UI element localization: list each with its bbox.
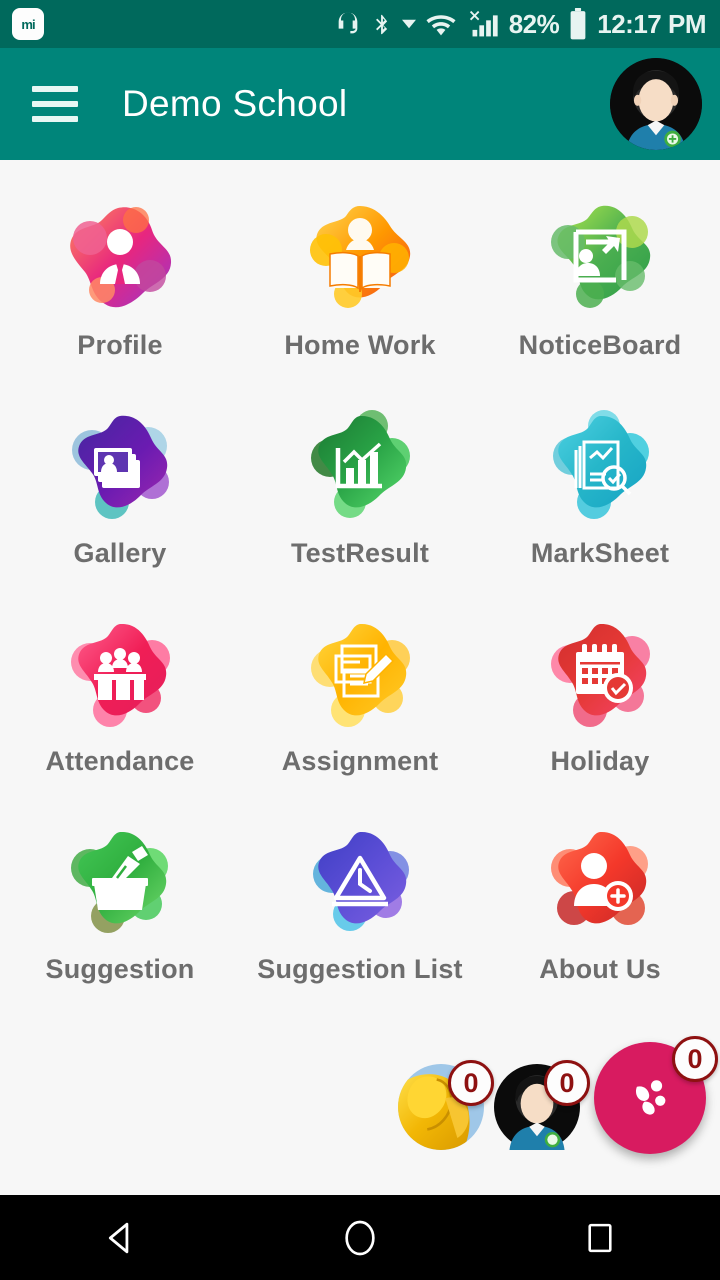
- tile-label: NoticeBoard: [518, 330, 682, 360]
- holiday-icon: [540, 614, 660, 734]
- battery-icon: [568, 8, 588, 40]
- bluetooth-icon: [371, 10, 393, 38]
- gallery-fab[interactable]: 0: [398, 1060, 494, 1150]
- share-people-icon: [635, 1080, 666, 1115]
- page-title: Demo School: [122, 83, 348, 124]
- recents-square-icon[interactable]: [540, 1195, 660, 1280]
- tile-suggestion[interactable]: Suggestion: [0, 814, 240, 1022]
- suggestion-icon: [60, 822, 180, 942]
- status-icons-group: 82% 12:17 PM: [334, 8, 706, 40]
- profile-fab[interactable]: 0: [494, 1060, 590, 1150]
- tile-label: Home Work: [284, 330, 436, 360]
- status-bar: mi 82% 12:17 PM: [0, 0, 720, 48]
- wifi-icon: [425, 10, 457, 38]
- home-work-icon: [300, 198, 420, 318]
- profile-icon: [60, 198, 180, 318]
- tile-label: Suggestion List: [257, 954, 463, 984]
- tile-notice-board[interactable]: NoticeBoard: [480, 190, 720, 398]
- tile-profile[interactable]: Profile: [0, 190, 240, 398]
- badge-count: 0: [544, 1060, 590, 1106]
- badge-count: 0: [672, 1036, 718, 1082]
- notice-board-icon: [540, 198, 660, 318]
- test-result-icon: [300, 406, 420, 526]
- assignment-icon: [300, 614, 420, 734]
- tile-attendance[interactable]: Attendance: [0, 606, 240, 814]
- badge-count: 0: [448, 1060, 494, 1106]
- hamburger-menu-icon[interactable]: [32, 86, 78, 122]
- main-action-fab[interactable]: 0: [594, 1036, 718, 1154]
- tile-label: Assignment: [281, 746, 439, 776]
- mobile-signal-icon: [466, 9, 500, 39]
- battery-percent-label: 82%: [508, 8, 560, 39]
- tile-label: Profile: [77, 330, 163, 360]
- chevron-down-icon: [401, 17, 416, 31]
- suggestion-list-icon: [300, 822, 420, 942]
- android-nav-bar: [0, 1195, 720, 1280]
- tile-label: About Us: [539, 954, 661, 984]
- tile-label: Suggestion: [45, 954, 195, 984]
- attendance-icon: [60, 614, 180, 734]
- tile-label: Holiday: [550, 746, 650, 776]
- tile-label: Attendance: [45, 746, 195, 776]
- tile-test-result[interactable]: TestResult: [240, 398, 480, 606]
- home-circle-icon[interactable]: [300, 1195, 420, 1280]
- tile-suggestion-list[interactable]: Suggestion List: [240, 814, 480, 1022]
- mark-sheet-icon: [540, 406, 660, 526]
- avatar[interactable]: [610, 58, 702, 150]
- tile-about-us[interactable]: About Us: [480, 814, 720, 1022]
- mi-logo: mi: [12, 8, 44, 40]
- headset-icon: [334, 10, 362, 38]
- tile-gallery[interactable]: Gallery: [0, 398, 240, 606]
- floating-action-buttons: 0 0 0: [398, 1036, 718, 1154]
- gallery-icon: [60, 406, 180, 526]
- app-grid: Profile Home Work NoticeBoard Gallery Te…: [0, 160, 720, 1022]
- tile-assignment[interactable]: Assignment: [240, 606, 480, 814]
- tile-label: MarkSheet: [530, 538, 670, 568]
- clock-label: 12:17 PM: [597, 8, 706, 39]
- about-us-icon: [540, 822, 660, 942]
- tile-holiday[interactable]: Holiday: [480, 606, 720, 814]
- tile-mark-sheet[interactable]: MarkSheet: [480, 398, 720, 606]
- tile-home-work[interactable]: Home Work: [240, 190, 480, 398]
- app-bar: Demo School: [0, 48, 720, 160]
- back-triangle-icon[interactable]: [60, 1195, 180, 1280]
- tile-label: TestResult: [290, 538, 430, 568]
- tile-label: Gallery: [73, 538, 167, 568]
